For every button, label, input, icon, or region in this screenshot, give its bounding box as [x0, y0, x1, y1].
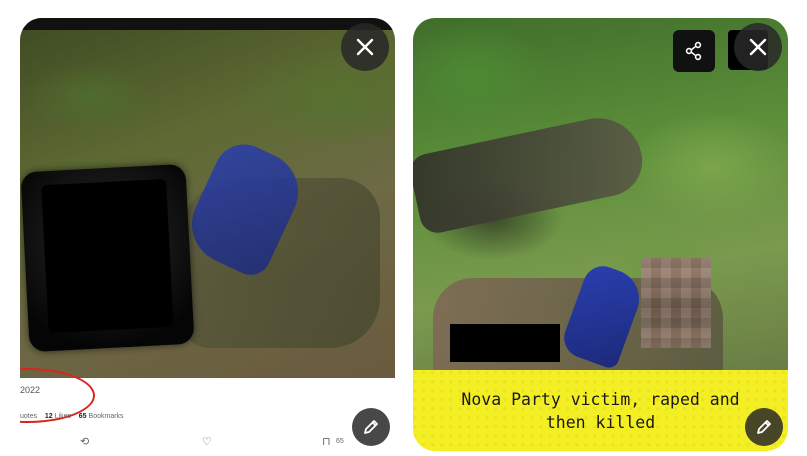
share-button[interactable] — [673, 30, 715, 72]
edit-button-left[interactable] — [352, 408, 390, 446]
photo-subject-top — [413, 109, 649, 237]
tweet-actions: ⟲ ♡ ⊓ 65 — [20, 435, 395, 449]
like-icon: ♡ — [202, 436, 212, 448]
close-button-right[interactable] — [734, 23, 782, 71]
pencil-icon — [364, 420, 378, 434]
left-photo — [20, 18, 395, 378]
photo-top-bar — [20, 18, 395, 30]
close-icon — [356, 38, 374, 56]
pencil-icon — [757, 420, 771, 434]
bookmark-icon: ⊓ — [322, 436, 331, 448]
right-photo — [413, 18, 788, 371]
likes-count: 12 — [44, 413, 53, 420]
redaction-box — [20, 163, 195, 353]
pixelated-face — [641, 258, 711, 348]
tweet-stats: uotes 12 Likes 65 Bookmarks — [20, 413, 124, 420]
redaction-bar — [450, 324, 560, 362]
retweet-icon: ⟲ — [80, 436, 90, 448]
right-image-card[interactable]: Nova Party victim, raped and then killed — [413, 18, 788, 451]
close-button-left[interactable] — [341, 23, 389, 71]
left-image-card[interactable]: 2022 uotes 12 Likes 65 Bookmarks ⟲ ♡ ⊓ 6… — [20, 18, 395, 451]
bookmark-action-count: 65 — [336, 438, 344, 445]
edit-button-right[interactable] — [745, 408, 783, 446]
quotes-label: uotes — [20, 413, 38, 420]
bookmarks-count: 65 — [78, 413, 87, 420]
share-icon — [685, 41, 702, 61]
caption-text: Nova Party victim, raped and then killed — [461, 389, 740, 432]
caption-banner: Nova Party victim, raped and then killed — [413, 370, 788, 451]
likes-label: Likes — [54, 413, 71, 420]
bookmarks-label: Bookmarks — [88, 413, 124, 420]
close-icon — [749, 38, 767, 56]
